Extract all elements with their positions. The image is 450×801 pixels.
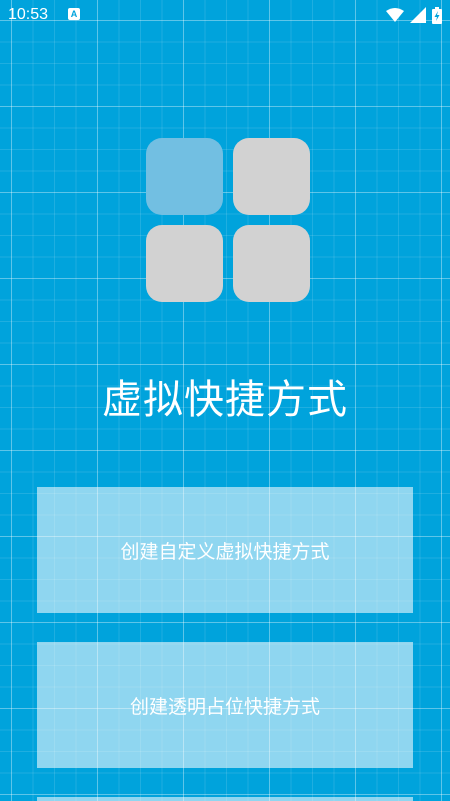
app-logo bbox=[146, 138, 310, 303]
status-time: 10:53 bbox=[8, 6, 49, 23]
status-icons bbox=[386, 5, 442, 25]
logo-tile-highlight bbox=[146, 138, 223, 215]
screen: 10:53 A 虚拟快捷方式 创建自定义虚拟快捷方式 创建透明占位快捷方式 bbox=[0, 0, 450, 801]
app-title: 虚拟快捷方式 bbox=[102, 377, 348, 423]
wifi-icon bbox=[386, 8, 404, 22]
logo-tile bbox=[146, 225, 223, 302]
battery-charging-icon bbox=[432, 6, 442, 24]
status-bar: 10:53 A bbox=[0, 0, 450, 30]
button-label: 创建自定义虚拟快捷方式 bbox=[120, 540, 330, 563]
button-label: 创建透明占位快捷方式 bbox=[129, 695, 320, 718]
logo-tile bbox=[233, 138, 310, 215]
create-transparent-shortcut-button[interactable]: 创建透明占位快捷方式 bbox=[37, 642, 413, 768]
create-custom-shortcut-button[interactable]: 创建自定义虚拟快捷方式 bbox=[37, 487, 413, 613]
notification-a-icon: A bbox=[68, 8, 80, 20]
third-action-button[interactable] bbox=[37, 797, 413, 801]
logo-tile bbox=[233, 225, 310, 302]
signal-icon bbox=[410, 7, 426, 23]
